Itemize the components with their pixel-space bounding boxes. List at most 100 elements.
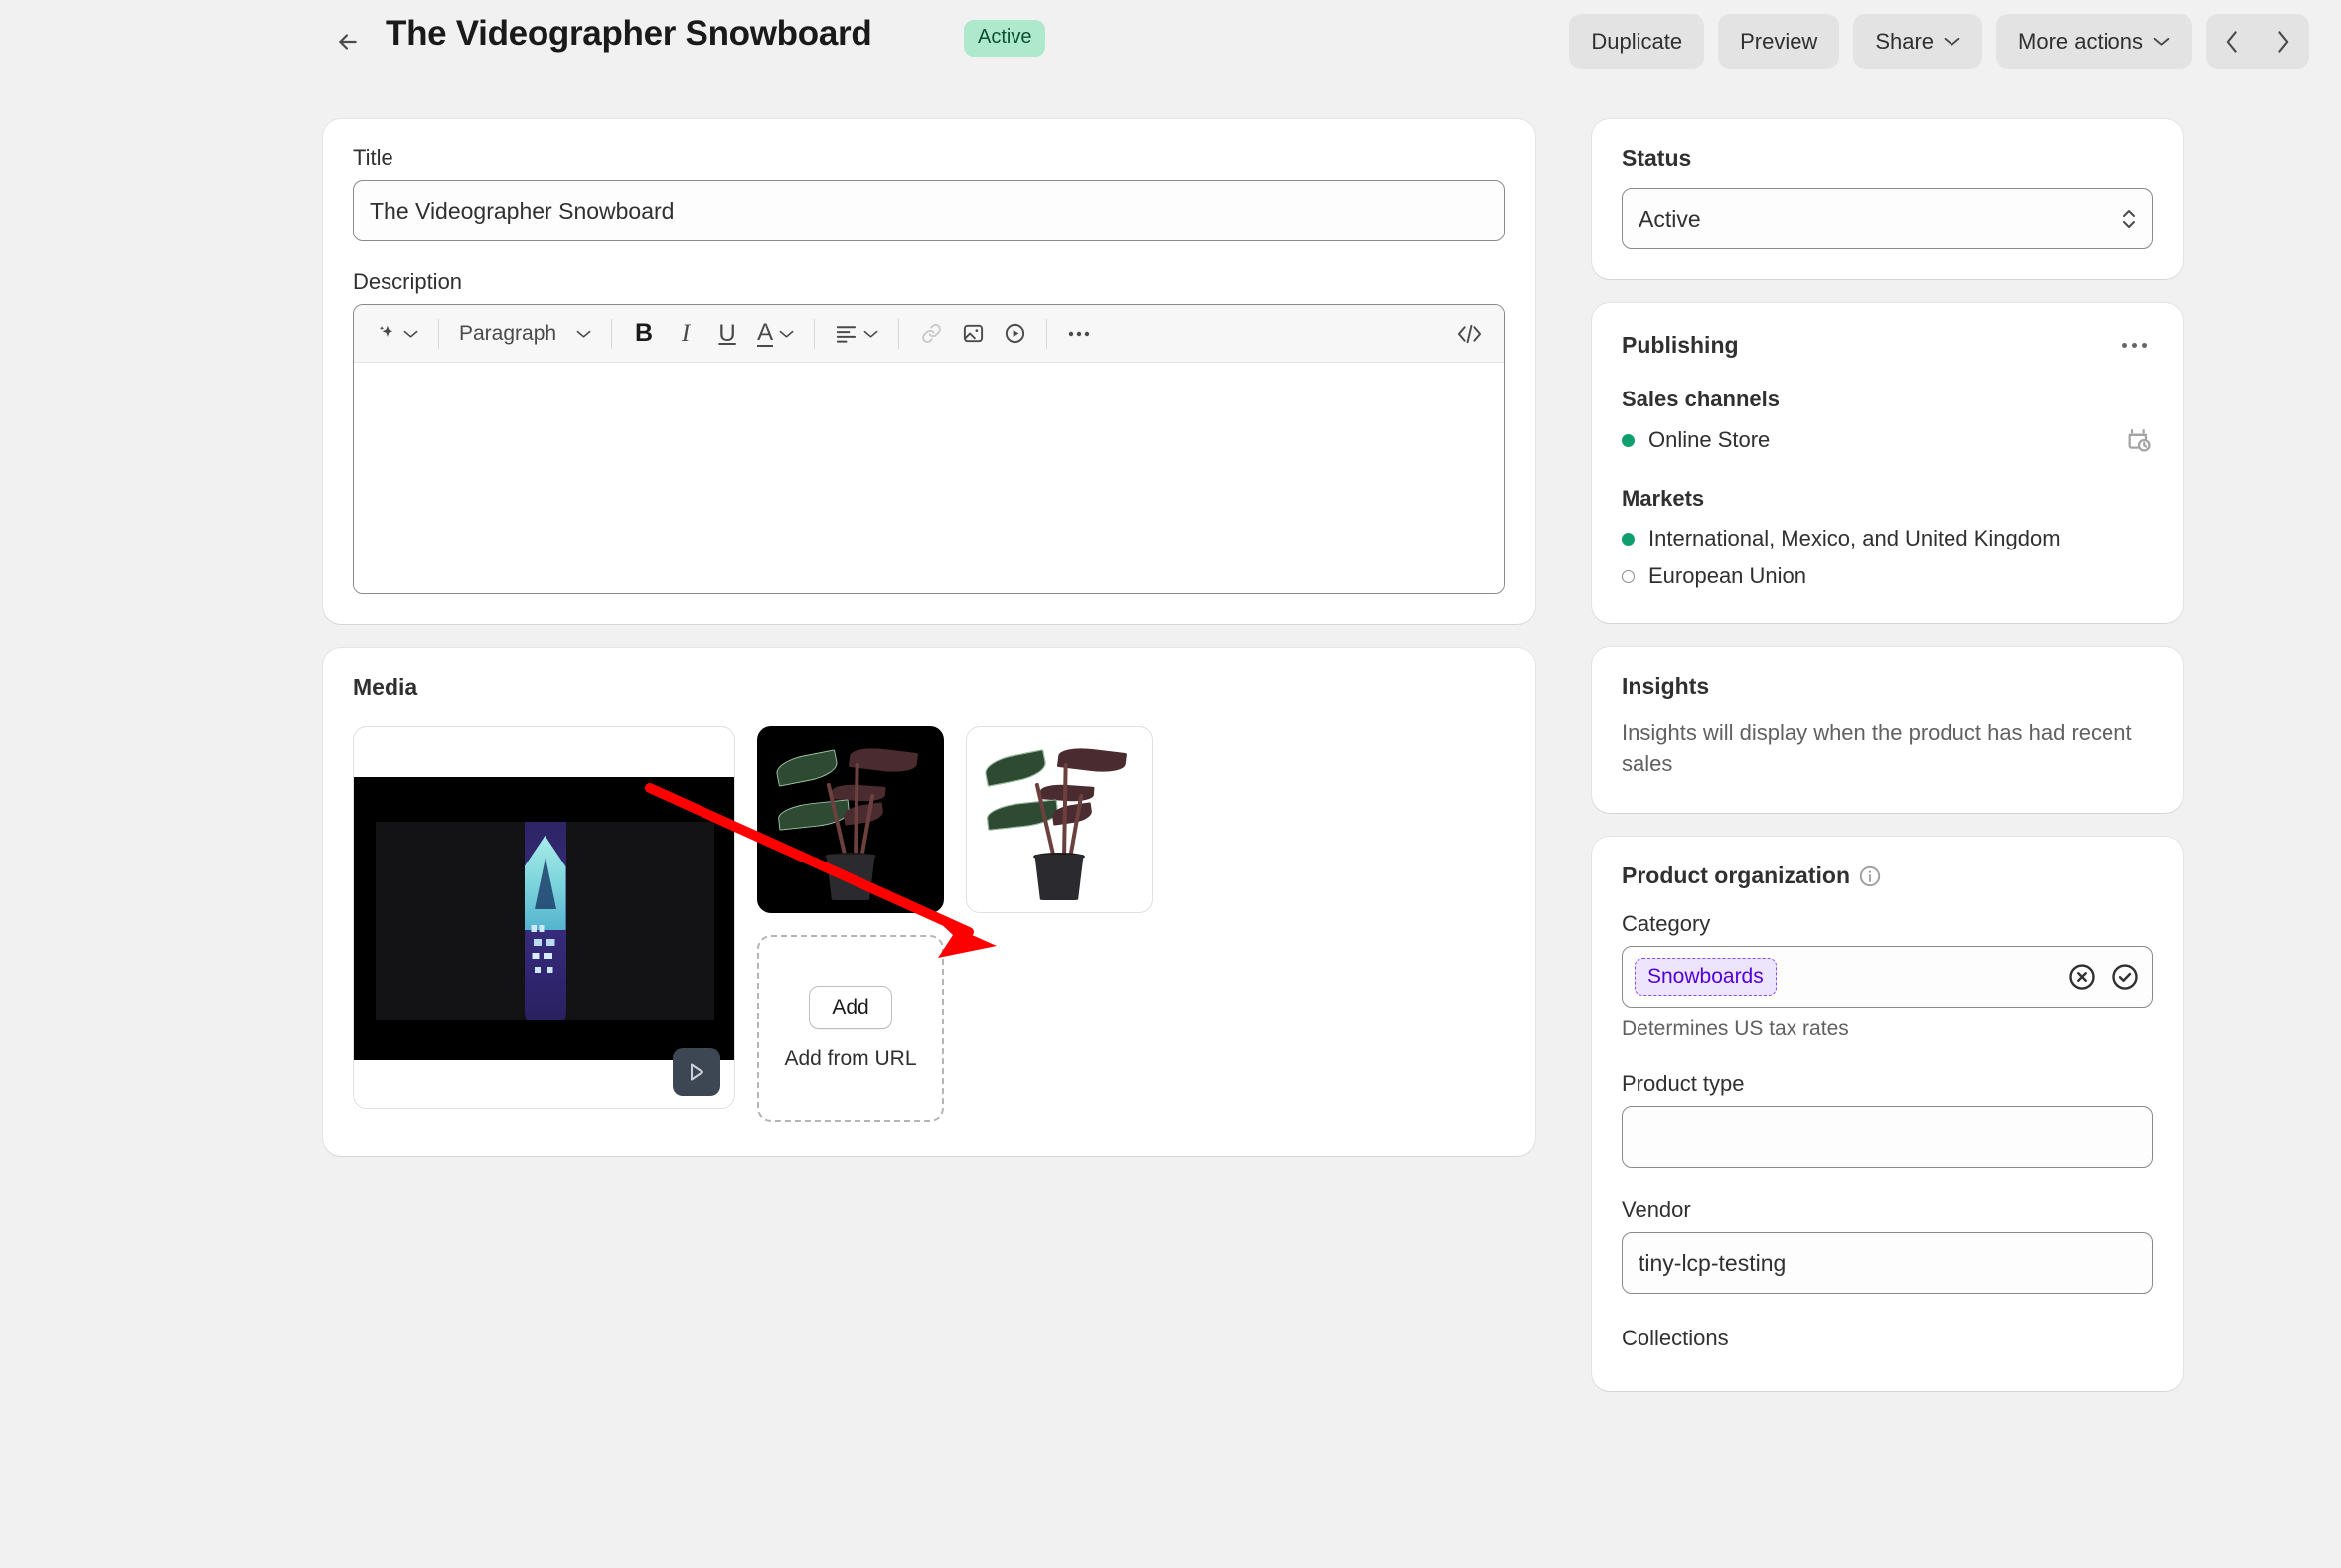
- toolbar-divider: [611, 318, 613, 349]
- status-select[interactable]: Active: [1622, 188, 2153, 249]
- chevron-right-icon: [2278, 30, 2289, 53]
- more-horizontal-icon: [2141, 342, 2147, 348]
- back-button[interactable]: [328, 22, 368, 62]
- status-card: Status Active: [1592, 119, 2183, 279]
- align-button[interactable]: [827, 312, 886, 356]
- pot-graphic: [1034, 855, 1084, 900]
- info-icon[interactable]: [1858, 864, 1882, 888]
- category-label: Category: [1622, 911, 1711, 937]
- link-icon: [921, 324, 941, 343]
- block-format-label: Paragraph: [459, 321, 557, 345]
- leaf-icon: [774, 749, 840, 787]
- circle-check-icon: [2112, 964, 2138, 991]
- underline-button[interactable]: U: [707, 312, 747, 356]
- insert-video-button[interactable]: [995, 312, 1034, 356]
- snowboard-graphic: [524, 822, 566, 1020]
- play-video-button[interactable]: [673, 1048, 720, 1096]
- duplicate-button-label: Duplicate: [1591, 28, 1683, 54]
- chevron-down-icon: [576, 330, 591, 338]
- vendor-label: Vendor: [1622, 1197, 1691, 1223]
- tree-graphic: [534, 858, 556, 909]
- media-item-plant-dark[interactable]: [757, 726, 944, 913]
- published-dot-icon: [1622, 532, 1635, 546]
- circle-x-icon: [2069, 964, 2095, 991]
- more-formatting-button[interactable]: [1059, 312, 1099, 356]
- add-media-button[interactable]: Add: [809, 986, 892, 1029]
- ai-sparkle-icon: [379, 325, 393, 337]
- plant-illustration: [967, 727, 1152, 912]
- insights-body-text: Insights will display when the product h…: [1622, 720, 2132, 777]
- ai-assist-button[interactable]: [368, 312, 426, 356]
- italic-button[interactable]: I: [666, 312, 705, 356]
- markets-label: Markets: [1622, 486, 1705, 511]
- sales-channels-label: Sales channels: [1622, 387, 1780, 411]
- description-textarea[interactable]: [354, 363, 1504, 593]
- media-item-video[interactable]: [353, 726, 735, 1109]
- page-title: The Videographer Snowboard: [386, 14, 872, 53]
- toolbar-divider: [438, 318, 439, 349]
- category-field[interactable]: Snowboards: [1622, 946, 2153, 1009]
- bold-label: B: [635, 319, 654, 347]
- category-clear-button[interactable]: [2067, 962, 2097, 992]
- insert-link-button[interactable]: [911, 312, 951, 356]
- product-type-label: Product type: [1622, 1071, 1745, 1097]
- video-icon: [1005, 323, 1024, 344]
- preview-button[interactable]: Preview: [1718, 14, 1840, 69]
- plant-illustration: [758, 727, 943, 912]
- more-actions-button-label: More actions: [2018, 28, 2143, 54]
- more-actions-button[interactable]: More actions: [1996, 14, 2192, 69]
- publishing-menu-button[interactable]: [2115, 329, 2153, 361]
- more-horizontal-icon: [1068, 331, 1090, 336]
- product-type-input[interactable]: [1622, 1106, 2153, 1169]
- toolbar-divider: [1046, 318, 1048, 349]
- calendar-clock-icon[interactable]: [2125, 426, 2153, 454]
- title-input[interactable]: [353, 180, 1505, 241]
- media-item-plant-light[interactable]: [966, 726, 1153, 913]
- next-product-button[interactable]: [2258, 14, 2309, 69]
- vendor-input[interactable]: [1622, 1232, 2153, 1295]
- previous-product-button[interactable]: [2206, 14, 2258, 69]
- underline-label: U: [718, 319, 736, 347]
- preview-button-label: Preview: [1740, 28, 1818, 54]
- market-label: European Union: [1648, 563, 1807, 588]
- text-color-button[interactable]: A: [749, 312, 802, 356]
- block-format-select[interactable]: Paragraph: [451, 312, 599, 356]
- published-dot-icon: [1622, 433, 1635, 447]
- play-icon: [691, 1063, 703, 1081]
- toolbar-divider: [898, 318, 900, 349]
- page-header: The Videographer Snowboard Active Duplic…: [0, 0, 2341, 83]
- unpublished-dot-icon: [1622, 569, 1635, 583]
- status-card-title: Status: [1622, 145, 1692, 171]
- publishing-card-header: Publishing: [1622, 329, 2153, 361]
- board-text-graphic: [529, 923, 561, 987]
- sales-channel-row[interactable]: Online Store: [1622, 420, 2153, 460]
- market-row[interactable]: International, Mexico, and United Kingdo…: [1622, 520, 2153, 557]
- more-horizontal-icon: [2121, 342, 2127, 348]
- share-button-label: Share: [1875, 28, 1935, 54]
- media-card: Media Add Add from URL: [323, 648, 1535, 1156]
- arrow-left-icon: [339, 34, 357, 50]
- leaf-icon: [983, 749, 1048, 787]
- insights-card-title: Insights: [1622, 673, 1710, 699]
- chevron-left-icon: [2226, 30, 2237, 53]
- pot-graphic: [826, 855, 875, 900]
- media-card-title: Media: [353, 674, 418, 700]
- add-from-url-label: Add from URL: [784, 1047, 917, 1070]
- product-organization-title: Product organization: [1622, 862, 1850, 889]
- bold-button[interactable]: B: [624, 312, 664, 356]
- insights-card: Insights Insights will display when the …: [1592, 647, 2183, 814]
- category-confirm-button[interactable]: [2110, 962, 2140, 992]
- add-from-url-tile[interactable]: Add Add from URL: [757, 935, 944, 1122]
- media-grid: Add Add from URL: [353, 726, 1505, 1122]
- share-button[interactable]: Share: [1853, 14, 1983, 69]
- market-label: International, Mexico, and United Kingdo…: [1648, 526, 2061, 550]
- collections-label: Collections: [1622, 1326, 1729, 1351]
- media-thumbnail-row: [757, 726, 1153, 913]
- category-tag[interactable]: Snowboards: [1635, 958, 1777, 997]
- duplicate-button[interactable]: Duplicate: [1569, 14, 1705, 69]
- html-code-button[interactable]: [1448, 312, 1490, 356]
- record-pager: [2206, 14, 2309, 69]
- chevron-down-icon: [1944, 37, 1960, 46]
- insert-image-button[interactable]: [953, 312, 993, 356]
- market-row[interactable]: European Union: [1622, 557, 2153, 595]
